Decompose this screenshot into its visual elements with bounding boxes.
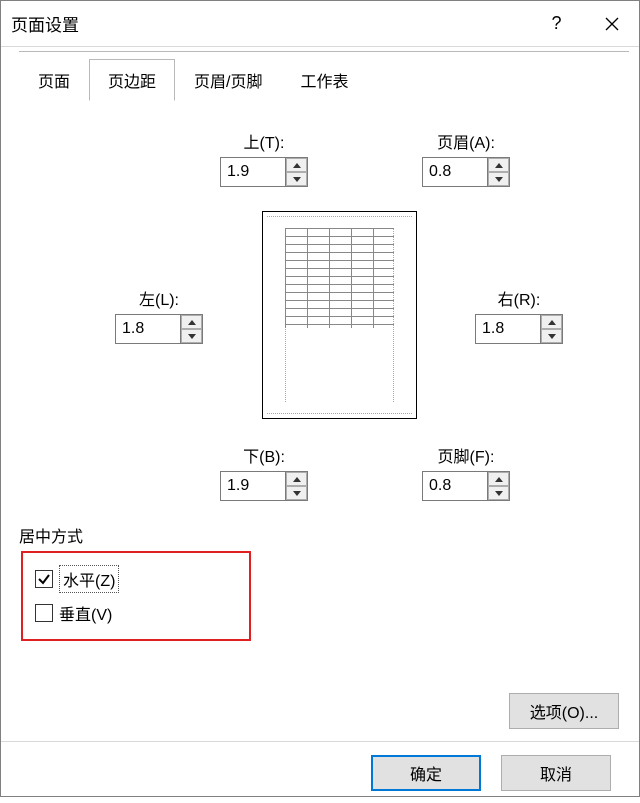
options-row: 选项(O)... — [509, 693, 619, 729]
bottom-spinner[interactable] — [220, 471, 308, 501]
right-spinner[interactable] — [475, 314, 563, 344]
titlebar: 页面设置 ? — [1, 1, 639, 47]
footer-label: 页脚(F): — [406, 443, 526, 467]
left-spin-buttons — [180, 315, 202, 343]
close-button[interactable] — [584, 1, 639, 47]
bottom-spin-buttons — [285, 472, 307, 500]
options-button[interactable]: 选项(O)... — [509, 693, 619, 729]
left-spinner[interactable] — [115, 314, 203, 344]
ok-button[interactable]: 确定 — [371, 755, 481, 791]
bottom-spin-down[interactable] — [286, 486, 307, 500]
field-top: 上(T): — [204, 129, 324, 187]
tab-margins[interactable]: 页边距 — [89, 59, 175, 101]
preview-footer-line — [267, 402, 412, 414]
close-icon — [605, 17, 619, 31]
header-label: 页眉(A): — [406, 129, 526, 153]
header-spin-down[interactable] — [488, 172, 509, 186]
top-spinner[interactable] — [220, 157, 308, 187]
right-input[interactable] — [476, 315, 540, 343]
right-spin-up[interactable] — [541, 315, 562, 329]
window-title: 页面设置 — [11, 11, 529, 36]
center-horizontal-checkbox[interactable] — [35, 570, 53, 588]
checkmark-icon — [37, 572, 51, 586]
center-options-highlight: 水平(Z) 垂直(V) — [21, 551, 251, 641]
center-legend: 居中方式 — [19, 523, 619, 547]
left-label: 左(L): — [99, 286, 219, 310]
page-setup-dialog: 页面设置 ? 页面 页边距 页眉/页脚 工作表 上(T): — [0, 0, 640, 797]
top-input[interactable] — [221, 158, 285, 186]
header-spinner[interactable] — [422, 157, 510, 187]
preview-content-grid — [285, 228, 394, 328]
tab-underline — [19, 51, 629, 52]
right-spin-down[interactable] — [541, 329, 562, 343]
bottom-input[interactable] — [221, 472, 285, 500]
center-horizontal-label: 水平(Z) — [59, 565, 119, 593]
right-spin-buttons — [540, 315, 562, 343]
field-header: 页眉(A): — [406, 129, 526, 187]
center-vertical-row[interactable]: 垂直(V) — [35, 597, 237, 629]
top-label: 上(T): — [204, 129, 324, 153]
command-bar: 确定 取消 — [1, 741, 639, 803]
preview-header-line — [267, 216, 412, 228]
footer-spinner[interactable] — [422, 471, 510, 501]
field-bottom: 下(B): — [204, 443, 324, 501]
left-spin-up[interactable] — [181, 315, 202, 329]
tab-sheet[interactable]: 工作表 — [281, 59, 367, 101]
margins-pane: 上(T): 页眉(A): — [1, 101, 639, 741]
page-preview — [262, 211, 417, 419]
left-input[interactable] — [116, 315, 180, 343]
center-vertical-label: 垂直(V) — [59, 601, 112, 625]
top-spin-down[interactable] — [286, 172, 307, 186]
tab-page[interactable]: 页面 — [19, 59, 89, 101]
top-spin-up[interactable] — [286, 158, 307, 172]
footer-spin-up[interactable] — [488, 472, 509, 486]
bottom-label: 下(B): — [204, 443, 324, 467]
field-footer: 页脚(F): — [406, 443, 526, 501]
center-vertical-checkbox[interactable] — [35, 604, 53, 622]
footer-input[interactable] — [423, 472, 487, 500]
tab-strip: 页面 页边距 页眉/页脚 工作表 — [19, 59, 629, 101]
footer-spin-buttons — [487, 472, 509, 500]
left-spin-down[interactable] — [181, 329, 202, 343]
header-spin-up[interactable] — [488, 158, 509, 172]
header-spin-buttons — [487, 158, 509, 186]
right-label: 右(R): — [459, 286, 579, 310]
row-top: 上(T): 页眉(A): — [111, 129, 619, 187]
field-left: 左(L): — [99, 286, 219, 344]
cancel-button[interactable]: 取消 — [501, 755, 611, 791]
help-icon: ? — [551, 13, 561, 34]
footer-spin-down[interactable] — [488, 486, 509, 500]
help-button[interactable]: ? — [529, 1, 584, 47]
center-horizontal-row[interactable]: 水平(Z) — [35, 561, 237, 597]
row-bottom: 下(B): 页脚(F): — [111, 443, 619, 501]
bottom-spin-up[interactable] — [286, 472, 307, 486]
tab-headerfooter[interactable]: 页眉/页脚 — [175, 59, 281, 101]
header-input[interactable] — [423, 158, 487, 186]
row-mid: 左(L): 右(R): — [21, 211, 619, 419]
top-spin-buttons — [285, 158, 307, 186]
field-right: 右(R): — [459, 286, 579, 344]
center-on-page-group: 居中方式 水平(Z) 垂直(V) — [21, 523, 619, 641]
